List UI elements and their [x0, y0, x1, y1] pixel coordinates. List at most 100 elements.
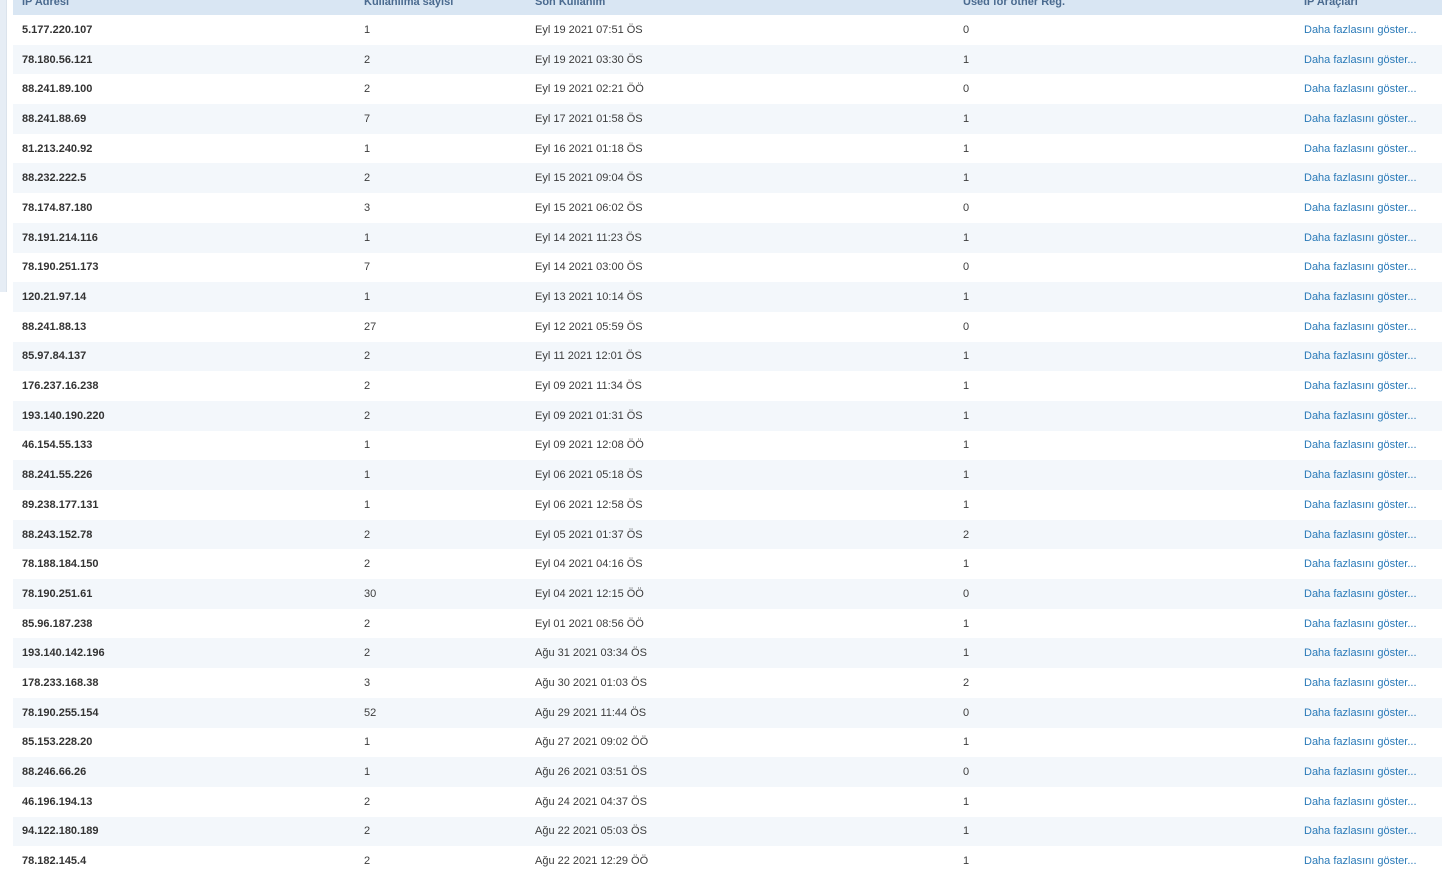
column-header-used-other[interactable]: Used for other Reg. — [954, 0, 1295, 15]
show-more-link[interactable]: Daha fazlasını göster... — [1304, 529, 1417, 541]
show-more-link[interactable]: Daha fazlasını göster... — [1304, 350, 1417, 362]
table-row: 94.122.180.189 2 Ağu 22 2021 05:03 ÖS 1 Daha… — [13, 816, 1442, 847]
last-used-cell: Ağu 24 2021 04:37 ÖS — [535, 795, 647, 808]
table-row: 81.213.240.92 1 Eyl 16 2021 01:18 ÖS 1 Daha … — [13, 133, 1442, 164]
table-row: 78.191.214.116 1 Eyl 14 2021 11:23 ÖS 1 Daha… — [13, 222, 1442, 253]
show-more-link[interactable]: Daha fazlasını göster... — [1304, 83, 1417, 95]
used-other-cell: 0 — [963, 587, 970, 600]
table-row: 120.21.97.14 1 Eyl 13 2021 10:14 ÖS 1 Daha f… — [13, 282, 1442, 312]
table-row: 193.140.142.196 2 Ağu 31 2021 03:34 ÖS 1 Dah… — [13, 638, 1442, 669]
usage-count-cell: 2 — [364, 617, 371, 630]
usage-count-cell: 2 — [364, 172, 371, 185]
show-more-link[interactable]: Daha fazlasını göster... — [1304, 707, 1417, 719]
table-row: 5.177.220.107 1 Eyl 19 2021 07:51 ÖS 0 Daha … — [13, 15, 1442, 45]
show-more-link[interactable]: Daha fazlasını göster... — [1304, 202, 1417, 214]
show-more-link[interactable]: Daha fazlasını göster... — [1304, 825, 1417, 837]
ip-tools-cell: Daha fazlasını göster... — [1295, 401, 1442, 431]
show-more-link[interactable]: Daha fazlasını göster... — [1304, 410, 1417, 422]
ip-address-cell: 78.191.214.116 — [22, 231, 98, 244]
column-header-last-used[interactable]: Son Kullanım — [526, 0, 954, 15]
ip-tools-cell: Daha fazlasını göster... — [1295, 638, 1442, 668]
last-used-cell: Eyl 06 2021 05:18 ÖS — [535, 469, 643, 482]
show-more-link[interactable]: Daha fazlasını göster... — [1304, 143, 1417, 155]
ip-tools-cell: Daha fazlasını göster... — [1295, 431, 1442, 461]
ip-address-cell: 5.177.220.107 — [22, 23, 93, 36]
table-row: 176.237.16.238 2 Eyl 09 2021 11:34 ÖS 1 Daha… — [13, 371, 1442, 401]
show-more-link[interactable]: Daha fazlasını göster... — [1304, 172, 1417, 184]
show-more-link[interactable]: Daha fazlasını göster... — [1304, 618, 1417, 630]
show-more-link[interactable]: Daha fazlasını göster... — [1304, 558, 1417, 570]
show-more-link[interactable]: Daha fazlasını göster... — [1304, 855, 1417, 867]
ip-address-cell: 78.190.251.61 — [22, 587, 93, 600]
show-more-link[interactable]: Daha fazlasını göster... — [1304, 588, 1417, 600]
show-more-link[interactable]: Daha fazlasını göster... — [1304, 736, 1417, 748]
ip-tools-cell: Daha fazlasını göster... — [1295, 817, 1442, 847]
show-more-link[interactable]: Daha fazlasını göster... — [1304, 380, 1417, 392]
table-row: 78.180.56.121 2 Eyl 19 2021 03:30 ÖS 1 Daha … — [13, 44, 1442, 75]
show-more-link[interactable]: Daha fazlasını göster... — [1304, 439, 1417, 451]
usage-count-cell: 52 — [364, 706, 377, 719]
used-other-cell: 1 — [963, 350, 970, 363]
usage-count-cell: 1 — [364, 142, 371, 155]
usage-count-cell: 1 — [364, 291, 371, 304]
ip-address-cell: 178.233.168.38 — [22, 676, 99, 689]
ip-address-cell: 46.196.194.13 — [22, 795, 93, 808]
used-other-cell: 1 — [963, 617, 970, 630]
ip-address-cell: 88.243.152.78 — [22, 528, 93, 541]
ip-address-cell: 88.241.89.100 — [22, 83, 93, 96]
show-more-link[interactable]: Daha fazlasını göster... — [1304, 499, 1417, 511]
table-row: 88.246.66.26 1 Ağu 26 2021 03:51 ÖS 0 Daha f… — [13, 757, 1442, 787]
last-used-cell: Eyl 09 2021 12:08 ÖÖ — [535, 439, 644, 452]
ip-tools-cell: Daha fazlasını göster... — [1295, 342, 1442, 372]
column-header-count[interactable]: Kullanılma sayısı — [355, 0, 526, 15]
last-used-cell: Eyl 17 2021 01:58 ÖS — [535, 112, 643, 125]
usage-count-cell: 2 — [364, 795, 371, 808]
ip-address-cell: 78.190.251.173 — [22, 261, 99, 274]
usage-count-cell: 2 — [364, 409, 371, 422]
last-used-cell: Ağu 31 2021 03:34 ÖS — [535, 647, 647, 660]
used-other-cell: 0 — [963, 201, 970, 214]
show-more-link[interactable]: Daha fazlasını göster... — [1304, 647, 1417, 659]
column-header-ip[interactable]: IP Adresi — [13, 0, 355, 15]
show-more-link[interactable]: Daha fazlasını göster... — [1304, 113, 1417, 125]
ip-tools-cell: Daha fazlasını göster... — [1295, 520, 1442, 550]
show-more-link[interactable]: Daha fazlasını göster... — [1304, 291, 1417, 303]
used-other-cell: 1 — [963, 231, 970, 244]
show-more-link[interactable]: Daha fazlasını göster... — [1304, 261, 1417, 273]
ip-address-cell: 193.140.190.220 — [22, 409, 105, 422]
show-more-link[interactable]: Daha fazlasını göster... — [1304, 796, 1417, 808]
last-used-cell: Ağu 22 2021 12:29 ÖÖ — [535, 855, 649, 868]
ip-address-cell: 176.237.16.238 — [22, 380, 99, 393]
usage-count-cell: 3 — [364, 676, 371, 689]
usage-count-cell: 2 — [364, 558, 371, 571]
last-used-cell: Ağu 27 2021 09:02 ÖÖ — [535, 736, 649, 749]
ip-address-cell: 88.241.55.226 — [22, 469, 93, 482]
show-more-link[interactable]: Daha fazlasını göster... — [1304, 677, 1417, 689]
ip-tools-cell: Daha fazlasını göster... — [1295, 282, 1442, 312]
used-other-cell: 1 — [963, 825, 970, 838]
table-row: 89.238.177.131 1 Eyl 06 2021 12:58 ÖS 1 Daha… — [13, 490, 1442, 520]
usage-count-cell: 2 — [364, 528, 371, 541]
used-other-cell: 0 — [963, 320, 970, 333]
table-row: 78.182.145.4 2 Ağu 22 2021 12:29 ÖÖ 1 Daha f… — [13, 846, 1442, 874]
last-used-cell: Eyl 12 2021 05:59 ÖS — [535, 320, 643, 333]
used-other-cell: 1 — [963, 736, 970, 749]
usage-count-cell: 1 — [364, 469, 371, 482]
used-other-cell: 1 — [963, 142, 970, 155]
table-row: 78.174.87.180 3 Eyl 15 2021 06:02 ÖS 0 Daha … — [13, 193, 1442, 223]
show-more-link[interactable]: Daha fazlasını göster... — [1304, 321, 1417, 333]
last-used-cell: Eyl 19 2021 03:30 ÖS — [535, 53, 643, 66]
show-more-link[interactable]: Daha fazlasını göster... — [1304, 24, 1417, 36]
show-more-link[interactable]: Daha fazlasını göster... — [1304, 54, 1417, 66]
show-more-link[interactable]: Daha fazlasını göster... — [1304, 232, 1417, 244]
ip-tools-cell: Daha fazlasını göster... — [1295, 163, 1442, 193]
ip-address-cell: 88.241.88.13 — [22, 320, 87, 333]
table-row: 88.243.152.78 2 Eyl 05 2021 01:37 ÖS 2 Daha … — [13, 519, 1442, 550]
show-more-link[interactable]: Daha fazlasını göster... — [1304, 469, 1417, 481]
used-other-cell: 1 — [963, 53, 970, 66]
used-other-cell: 1 — [963, 409, 970, 422]
show-more-link[interactable]: Daha fazlasını göster... — [1304, 766, 1417, 778]
ip-tools-cell: Daha fazlasını göster... — [1295, 193, 1442, 223]
ip-tools-cell: Daha fazlasını göster... — [1295, 549, 1442, 579]
table-row: 85.96.187.238 2 Eyl 01 2021 08:56 ÖÖ 1 Daha … — [13, 608, 1442, 639]
